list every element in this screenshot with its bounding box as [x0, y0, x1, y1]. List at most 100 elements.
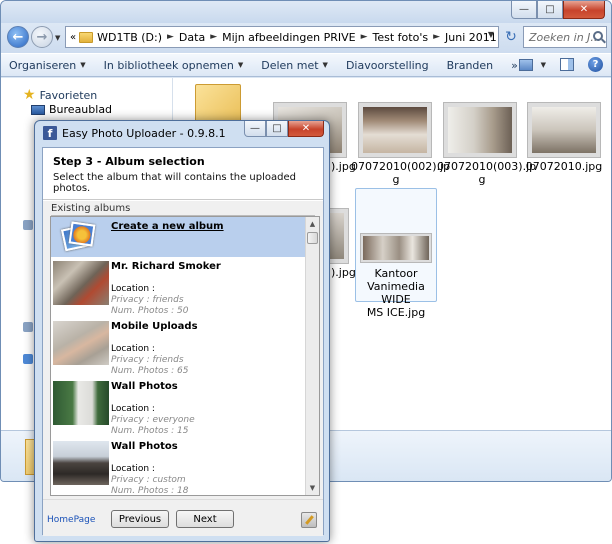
facebook-icon: f: [43, 126, 57, 140]
album-name: Wall Photos: [111, 441, 178, 452]
uploader-dialog: f Easy Photo Uploader - 0.9.8.1 — □ ✕ St…: [34, 120, 330, 542]
file-name: Kantoor Vanimedia WIDE MS ICE.jpg: [356, 267, 436, 319]
refresh-icon[interactable]: ↻: [501, 26, 521, 48]
album-privacy: Privacy : everyone: [111, 415, 195, 425]
breadcrumb-afbeeldingen[interactable]: Mijn afbeeldingen PRIVE: [222, 31, 355, 44]
breadcrumb-arrow-icon[interactable]: ►: [361, 32, 368, 42]
file-name-line: MS ICE.jpg: [366, 306, 426, 319]
album-thumbnail: [53, 381, 109, 425]
dialog-maximize-button[interactable]: □: [266, 121, 288, 137]
share-with-label: Delen met: [261, 58, 319, 72]
homepage-link[interactable]: HomePage: [47, 515, 95, 525]
dialog-footer: HomePage Previous Next: [43, 499, 323, 536]
file-name-line: g: [478, 173, 486, 186]
album-photo-count: Num. Photos : 15: [111, 426, 189, 436]
breadcrumb-data[interactable]: Data: [179, 31, 205, 44]
step-title: Step 3 - Album selection: [53, 155, 205, 168]
nav-favorites[interactable]: ★ Favorieten: [23, 87, 97, 103]
nav-desktop[interactable]: Bureaublad: [31, 103, 112, 116]
breadcrumb-arrow-icon[interactable]: ►: [167, 32, 174, 42]
organize-label: Organiseren: [9, 58, 77, 72]
share-with-menu[interactable]: Delen met ▼: [261, 59, 328, 72]
dialog-titlebar: f Easy Photo Uploader - 0.9.8.1 — □ ✕: [35, 121, 329, 145]
preview-pane-icon[interactable]: [560, 58, 574, 71]
forward-button[interactable]: →: [31, 26, 53, 48]
scroll-up-icon[interactable]: ▲: [306, 217, 319, 231]
organize-menu[interactable]: Organiseren ▼: [9, 59, 86, 72]
album-item[interactable]: Wall Photos Location : Privacy : everyon…: [51, 379, 306, 439]
toolbar-right-group: ▼ ?: [518, 57, 603, 72]
panorama-thumbnail: [360, 233, 432, 263]
include-in-library-menu[interactable]: In bibliotheek opnemen ▼: [104, 59, 244, 72]
album-item-create-new[interactable]: Create a new album: [51, 217, 306, 257]
previous-button[interactable]: Previous: [111, 510, 169, 528]
album-item[interactable]: Mobile Uploads Location : Privacy : frie…: [51, 319, 306, 379]
chevron-down-icon: ▼: [322, 61, 328, 69]
album-selection-area: Existing albums Create a new album Mr. R…: [43, 201, 323, 499]
step-header: Step 3 - Album selection Select the albu…: [43, 148, 323, 200]
breadcrumb-drive[interactable]: WD1TB (D:): [97, 31, 162, 44]
scroll-down-icon[interactable]: ▼: [306, 481, 319, 495]
view-options-dropdown-icon[interactable]: ▼: [541, 61, 546, 69]
burn-button[interactable]: Branden: [447, 59, 494, 72]
change-view-icon[interactable]: [518, 58, 533, 71]
library-icon: [23, 220, 33, 230]
breadcrumb-arrow-icon[interactable]: ►: [210, 32, 217, 42]
album-item[interactable]: Wall Photos Location : Privacy : custom …: [51, 439, 306, 495]
scroll-thumb[interactable]: [307, 232, 318, 244]
address-dropdown-icon[interactable]: ▼: [488, 30, 494, 39]
album-photo-count: Num. Photos : 65: [111, 366, 189, 376]
selected-file-item[interactable]: Kantoor Vanimedia WIDE MS ICE.jpg: [355, 188, 437, 319]
back-button[interactable]: ←: [7, 26, 29, 48]
file-name: 07072010(003).jp g: [437, 160, 536, 186]
file-name-line: 07072010(002).jp: [351, 160, 451, 173]
dialog-window-buttons: — □ ✕: [244, 121, 324, 137]
breadcrumb-arrow-icon[interactable]: ►: [433, 32, 440, 42]
next-button[interactable]: Next: [176, 510, 234, 528]
nav-desktop-label: Bureaublad: [49, 103, 113, 116]
dialog-close-button[interactable]: ✕: [288, 121, 324, 137]
dialog-minimize-button[interactable]: —: [244, 121, 266, 137]
overflow-chevron-icon[interactable]: «: [70, 32, 76, 43]
photo-thumbnail[interactable]: [443, 102, 517, 158]
address-bar[interactable]: « WD1TB (D:) ► Data ► Mijn afbeeldingen …: [65, 26, 499, 48]
help-icon[interactable]: ?: [588, 57, 603, 72]
chevron-down-icon: ▼: [237, 61, 244, 69]
album-photo-count: Num. Photos : 50: [111, 306, 189, 316]
settings-tools-icon[interactable]: [301, 512, 317, 528]
photo-image: [363, 236, 429, 260]
album-list[interactable]: Create a new album Mr. Richard Smoker Lo…: [50, 216, 320, 496]
album-name: Wall Photos: [111, 381, 178, 392]
file-name-line: g: [392, 173, 400, 186]
photo-image: [363, 107, 427, 153]
minimize-button[interactable]: —: [511, 1, 537, 19]
close-button[interactable]: ✕: [563, 1, 605, 19]
include-in-library-label: In bibliotheek opnemen: [103, 58, 234, 72]
album-location: Location :: [111, 284, 155, 294]
slideshow-button[interactable]: Diavoorstelling: [346, 59, 429, 72]
group-label: Existing albums: [51, 203, 131, 214]
album-item[interactable]: Mr. Richard Smoker Location : Privacy : …: [51, 259, 306, 319]
more-commands-button[interactable]: »: [511, 59, 518, 72]
album-location: Location :: [111, 464, 155, 474]
photo-thumbnail[interactable]: [527, 102, 601, 158]
album-location: Location :: [111, 344, 155, 354]
recent-pages-dropdown[interactable]: ▼: [55, 34, 60, 42]
photo-thumbnail[interactable]: [358, 102, 432, 158]
breadcrumb-test-fotos[interactable]: Test foto's: [373, 31, 429, 44]
command-toolbar: Organiseren ▼ In bibliotheek opnemen ▼ Del…: [1, 53, 611, 77]
photo-image: [448, 107, 512, 153]
nav-favorites-label: Favorieten: [39, 88, 98, 102]
photo-stack-front: [68, 221, 96, 247]
file-name-partial: ).jpg: [331, 266, 356, 279]
album-thumbnail: [53, 261, 109, 305]
folder-icon: [79, 31, 94, 43]
search-input[interactable]: Zoeken in J...: [523, 26, 607, 48]
search-icon: [593, 31, 603, 41]
album-list-scrollbar[interactable]: ▲ ▼: [305, 217, 319, 495]
album-name[interactable]: Create a new album: [111, 221, 224, 232]
chevron-down-icon: ▼: [80, 61, 86, 69]
maximize-button[interactable]: □: [537, 1, 563, 19]
desktop-icon: [31, 104, 45, 115]
file-name-line: Vanimedia WIDE: [367, 280, 425, 306]
